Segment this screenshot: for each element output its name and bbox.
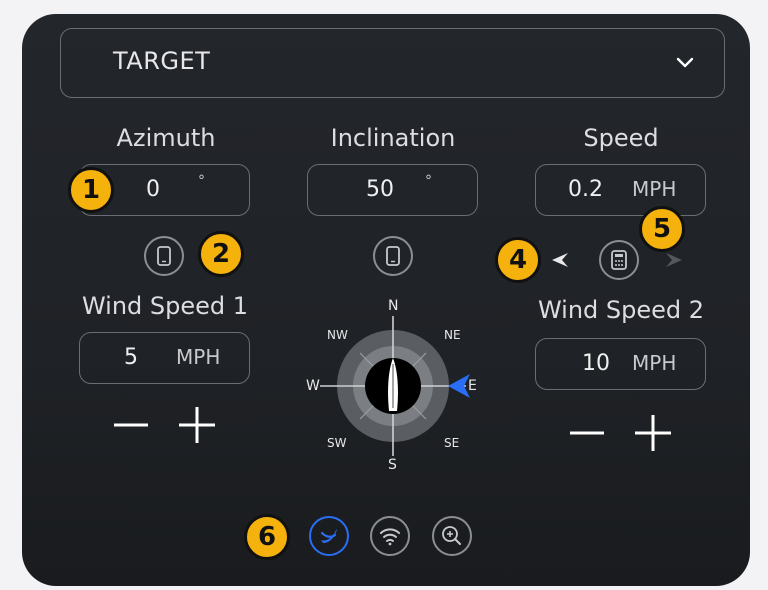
wind-speed-1-plus-button[interactable] xyxy=(177,405,217,445)
wind-speed-1-title: Wind Speed 1 xyxy=(81,292,249,320)
zoom-in-button[interactable] xyxy=(432,516,472,556)
target-dropdown[interactable]: TARGET xyxy=(60,28,725,98)
wind-speed-1-value: 5 xyxy=(124,345,138,370)
target-dropdown-label: TARGET xyxy=(113,47,211,75)
swift-icon xyxy=(320,529,337,543)
speed-value: 0.2 xyxy=(568,177,603,202)
speed-title: Speed xyxy=(583,124,659,152)
inclination-unit: ° xyxy=(425,173,432,189)
wind-speed-2-unit: MPH xyxy=(632,351,677,375)
wind-speed-2-field[interactable]: 10 MPH xyxy=(535,338,706,390)
wind-speed-1-unit: MPH xyxy=(176,345,221,369)
phone-icon xyxy=(157,246,171,266)
chevron-down-icon xyxy=(676,57,694,68)
compass-pointer xyxy=(448,374,470,398)
compass-label-nw: NW xyxy=(327,328,348,342)
inclination-field[interactable]: 50 ° xyxy=(307,164,478,216)
phone-icon xyxy=(386,246,400,266)
compass-label-e: E xyxy=(468,378,477,394)
annotation-badge-5: 5 xyxy=(639,206,685,252)
arrow-right-icon[interactable] xyxy=(664,250,684,270)
annotation-badge-2: 2 xyxy=(198,231,244,277)
wind-speed-2-value: 10 xyxy=(582,351,610,376)
compass-label-sw: SW xyxy=(327,436,347,450)
inclination-phone-button[interactable] xyxy=(373,236,413,276)
wind-speed-2-plus-button[interactable] xyxy=(633,413,673,453)
calculator-icon xyxy=(611,250,627,270)
wind-speed-1-field[interactable]: 5 MPH xyxy=(79,332,250,384)
annotation-badge-6: 6 xyxy=(244,514,290,560)
azimuth-unit: ° xyxy=(198,173,205,189)
swift-button[interactable] xyxy=(309,516,349,556)
wifi-button[interactable] xyxy=(370,516,410,556)
wind-speed-2-minus-button[interactable] xyxy=(568,418,606,448)
annotation-badge-1: 1 xyxy=(68,167,114,213)
azimuth-title: Azimuth xyxy=(116,124,216,152)
compass-label-ne: NE xyxy=(444,328,461,342)
zoom-in-icon xyxy=(442,526,461,545)
speed-unit: MPH xyxy=(632,177,677,201)
calculator-button[interactable] xyxy=(599,240,639,280)
wind-speed-1-minus-button[interactable] xyxy=(112,410,150,440)
annotation-badge-4: 4 xyxy=(495,237,541,283)
compass-label-n: N xyxy=(388,298,399,314)
azimuth-value: 0 xyxy=(146,177,160,202)
inclination-value: 50 xyxy=(366,177,394,202)
wifi-icon xyxy=(380,528,400,546)
arrow-left-icon[interactable] xyxy=(550,250,570,270)
compass-label-se: SE xyxy=(444,436,460,450)
inclination-title: Inclination xyxy=(330,124,456,152)
azimuth-phone-button[interactable] xyxy=(144,236,184,276)
compass-label-s: S xyxy=(388,457,397,473)
compass-label-w: W xyxy=(306,378,320,394)
wind-speed-2-title: Wind Speed 2 xyxy=(537,296,705,324)
speed-field[interactable]: 0.2 MPH xyxy=(535,164,706,216)
